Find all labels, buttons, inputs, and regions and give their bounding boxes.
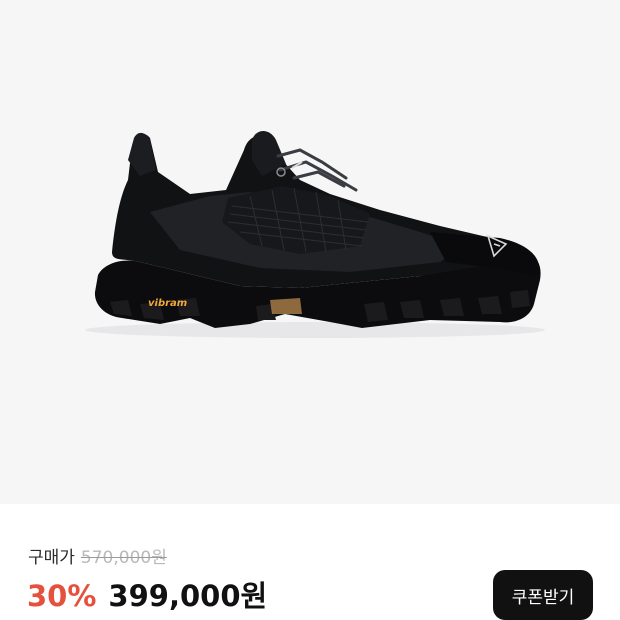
midsole-accent: [270, 298, 302, 314]
shoe-shadow: [85, 322, 545, 338]
discount-rate: 30%: [27, 579, 97, 613]
original-price: 570,000원: [80, 548, 167, 568]
shoe-illustration: vibram: [85, 131, 545, 338]
sale-price-row: 30% 399,000원: [27, 576, 267, 616]
original-price-row: 구매가 570,000원: [28, 546, 167, 570]
product-detail-page: vibram 구매가 570,000원 30% 399,000원 쿠폰받기: [0, 0, 620, 620]
original-price-label: 구매가: [28, 548, 75, 568]
vibram-logo: vibram: [148, 298, 187, 309]
product-image[interactable]: vibram: [0, 0, 620, 504]
coupon-button[interactable]: 쿠폰받기: [493, 570, 593, 620]
price-bar: 구매가 570,000원 30% 399,000원 쿠폰받기: [0, 504, 620, 620]
sale-price: 399,000원: [108, 579, 268, 613]
